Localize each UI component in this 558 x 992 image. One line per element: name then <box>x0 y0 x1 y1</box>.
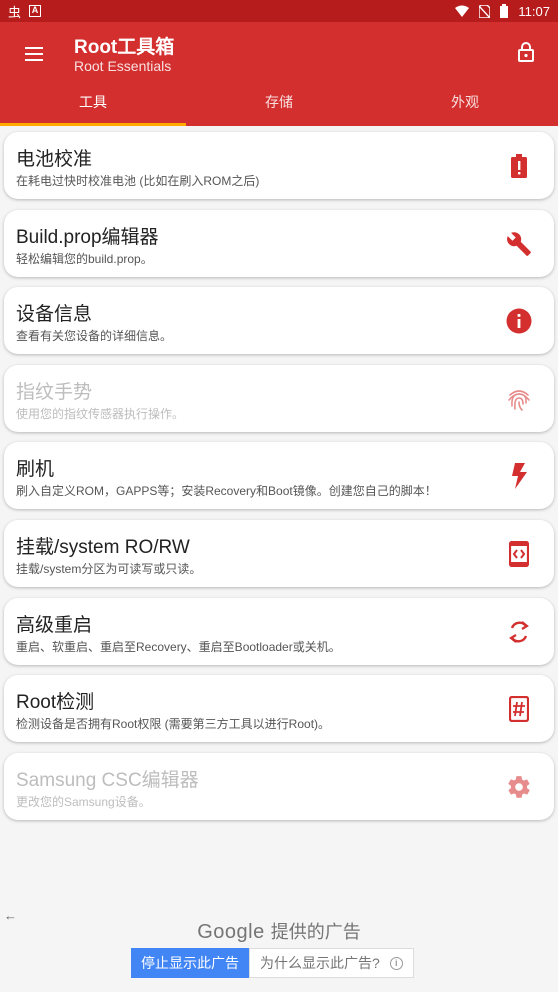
no-sim-icon <box>479 4 491 18</box>
tool-card-fingerprint-gestures[interactable]: 指纹手势 使用您的指纹传感器执行操作。 <box>4 364 554 432</box>
ad-buttons: 停止显示此广告 为什么显示此广告? i <box>131 948 414 978</box>
tool-title: Samsung CSC编辑器 <box>16 769 199 791</box>
tool-description: 重启、软重启、重启至Recovery、重启至Bootloader或关机。 <box>16 639 341 654</box>
tool-title: Build.prop编辑器 <box>16 226 159 248</box>
tool-title: 电池校准 <box>16 149 93 170</box>
tool-title: 指纹手势 <box>16 381 93 403</box>
tool-card-battery-calibration[interactable]: 电池校准 在耗电过快时校准电池 (比如在刷入ROM之后) <box>4 132 554 199</box>
fingerprint-icon <box>506 386 532 412</box>
tool-description: 在耗电过快时校准电池 (比如在刷入ROM之后) <box>16 174 260 188</box>
status-bar: 虫 A 11:07 <box>0 0 558 22</box>
root-check-icon <box>506 696 532 723</box>
battery-alert-icon <box>506 153 532 179</box>
tool-card-root-check[interactable]: Root检测 检测设备是否拥有Root权限 (需要第三方工具以进行Root)。 <box>4 675 554 743</box>
why-ad-label: 为什么显示此广告? <box>260 955 380 971</box>
app-bar: Root工具箱 Root Essentials 工具 存储 外观 <box>0 22 558 126</box>
tab-tools[interactable]: 工具 <box>0 82 186 126</box>
wifi-icon <box>455 5 470 17</box>
gear-icon <box>506 774 532 800</box>
tool-title: 刷机 <box>16 459 55 481</box>
tool-title: Root检测 <box>16 692 95 714</box>
info-icon: i <box>389 956 403 970</box>
wrench-icon <box>506 231 532 257</box>
google-logo: Google <box>197 921 265 943</box>
tool-description: 查看有关您设备的详细信息。 <box>16 329 173 344</box>
tool-card-flash[interactable]: 刷机 刷入自定义ROM，GAPPS等；安装Recovery和Boot镜像。创建您… <box>4 442 554 510</box>
tool-card-mount-system[interactable]: 挂载/system RO/RW 挂载/system分区为可读写或只读。 <box>4 519 554 587</box>
tool-card-buildprop-editor[interactable]: Build.prop编辑器 轻松编辑您的build.prop。 <box>4 209 554 277</box>
tool-description: 挂载/system分区为可读写或只读。 <box>16 561 202 576</box>
app-subtitle: Root Essentials <box>74 58 172 74</box>
why-ad-button[interactable]: 为什么显示此广告? i <box>249 948 414 978</box>
clock: 11:07 <box>518 3 550 19</box>
tool-description: 使用您的指纹传感器执行操作。 <box>16 406 185 421</box>
tool-list: 电池校准 在耗电过快时校准电池 (比如在刷入ROM之后) Build.prop编… <box>0 126 558 820</box>
lock-icon <box>518 42 534 62</box>
ad-attribution-text: 提供的广告 <box>270 922 361 942</box>
stop-ad-button[interactable]: 停止显示此广告 <box>131 948 249 978</box>
notification-icon: A <box>29 5 42 17</box>
tool-card-device-info[interactable]: 设备信息 查看有关您设备的详细信息。 <box>4 287 554 355</box>
app-title: Root工具箱 <box>74 37 175 58</box>
lock-button[interactable] <box>514 40 538 64</box>
info-icon <box>506 308 532 334</box>
tool-description: 轻松编辑您的build.prop。 <box>16 251 153 266</box>
tab-bar: 工具 存储 外观 <box>0 82 558 126</box>
tool-description: 刷入自定义ROM，GAPPS等；安装Recovery和Boot镜像。创建您自己的… <box>16 484 437 499</box>
battery-icon <box>500 4 509 18</box>
tool-title: 设备信息 <box>16 304 93 326</box>
tool-card-samsung-csc-editor[interactable]: Samsung CSC编辑器 更改您的Samsung设备。 <box>4 752 554 820</box>
carrier-icon: 虫 <box>8 4 22 20</box>
flash-icon <box>506 463 532 490</box>
tool-description: 更改您的Samsung设备。 <box>16 794 151 809</box>
tab-appearance[interactable]: 外观 <box>372 82 558 126</box>
tool-card-advanced-reboot[interactable]: 高级重启 重启、软重启、重启至Recovery、重启至Bootloader或关机… <box>4 597 554 665</box>
tab-storage[interactable]: 存储 <box>186 82 372 126</box>
tool-description: 检测设备是否拥有Root权限 (需要第三方工具以进行Root)。 <box>16 717 331 732</box>
hamburger-icon <box>25 47 43 61</box>
ad-attribution: Google 提供的广告 <box>0 918 558 944</box>
reboot-icon <box>506 619 532 645</box>
tool-title: 高级重启 <box>16 614 93 636</box>
tool-title: 挂载/system RO/RW <box>16 536 190 558</box>
menu-button[interactable] <box>22 42 46 66</box>
phone-code-icon <box>506 540 532 567</box>
